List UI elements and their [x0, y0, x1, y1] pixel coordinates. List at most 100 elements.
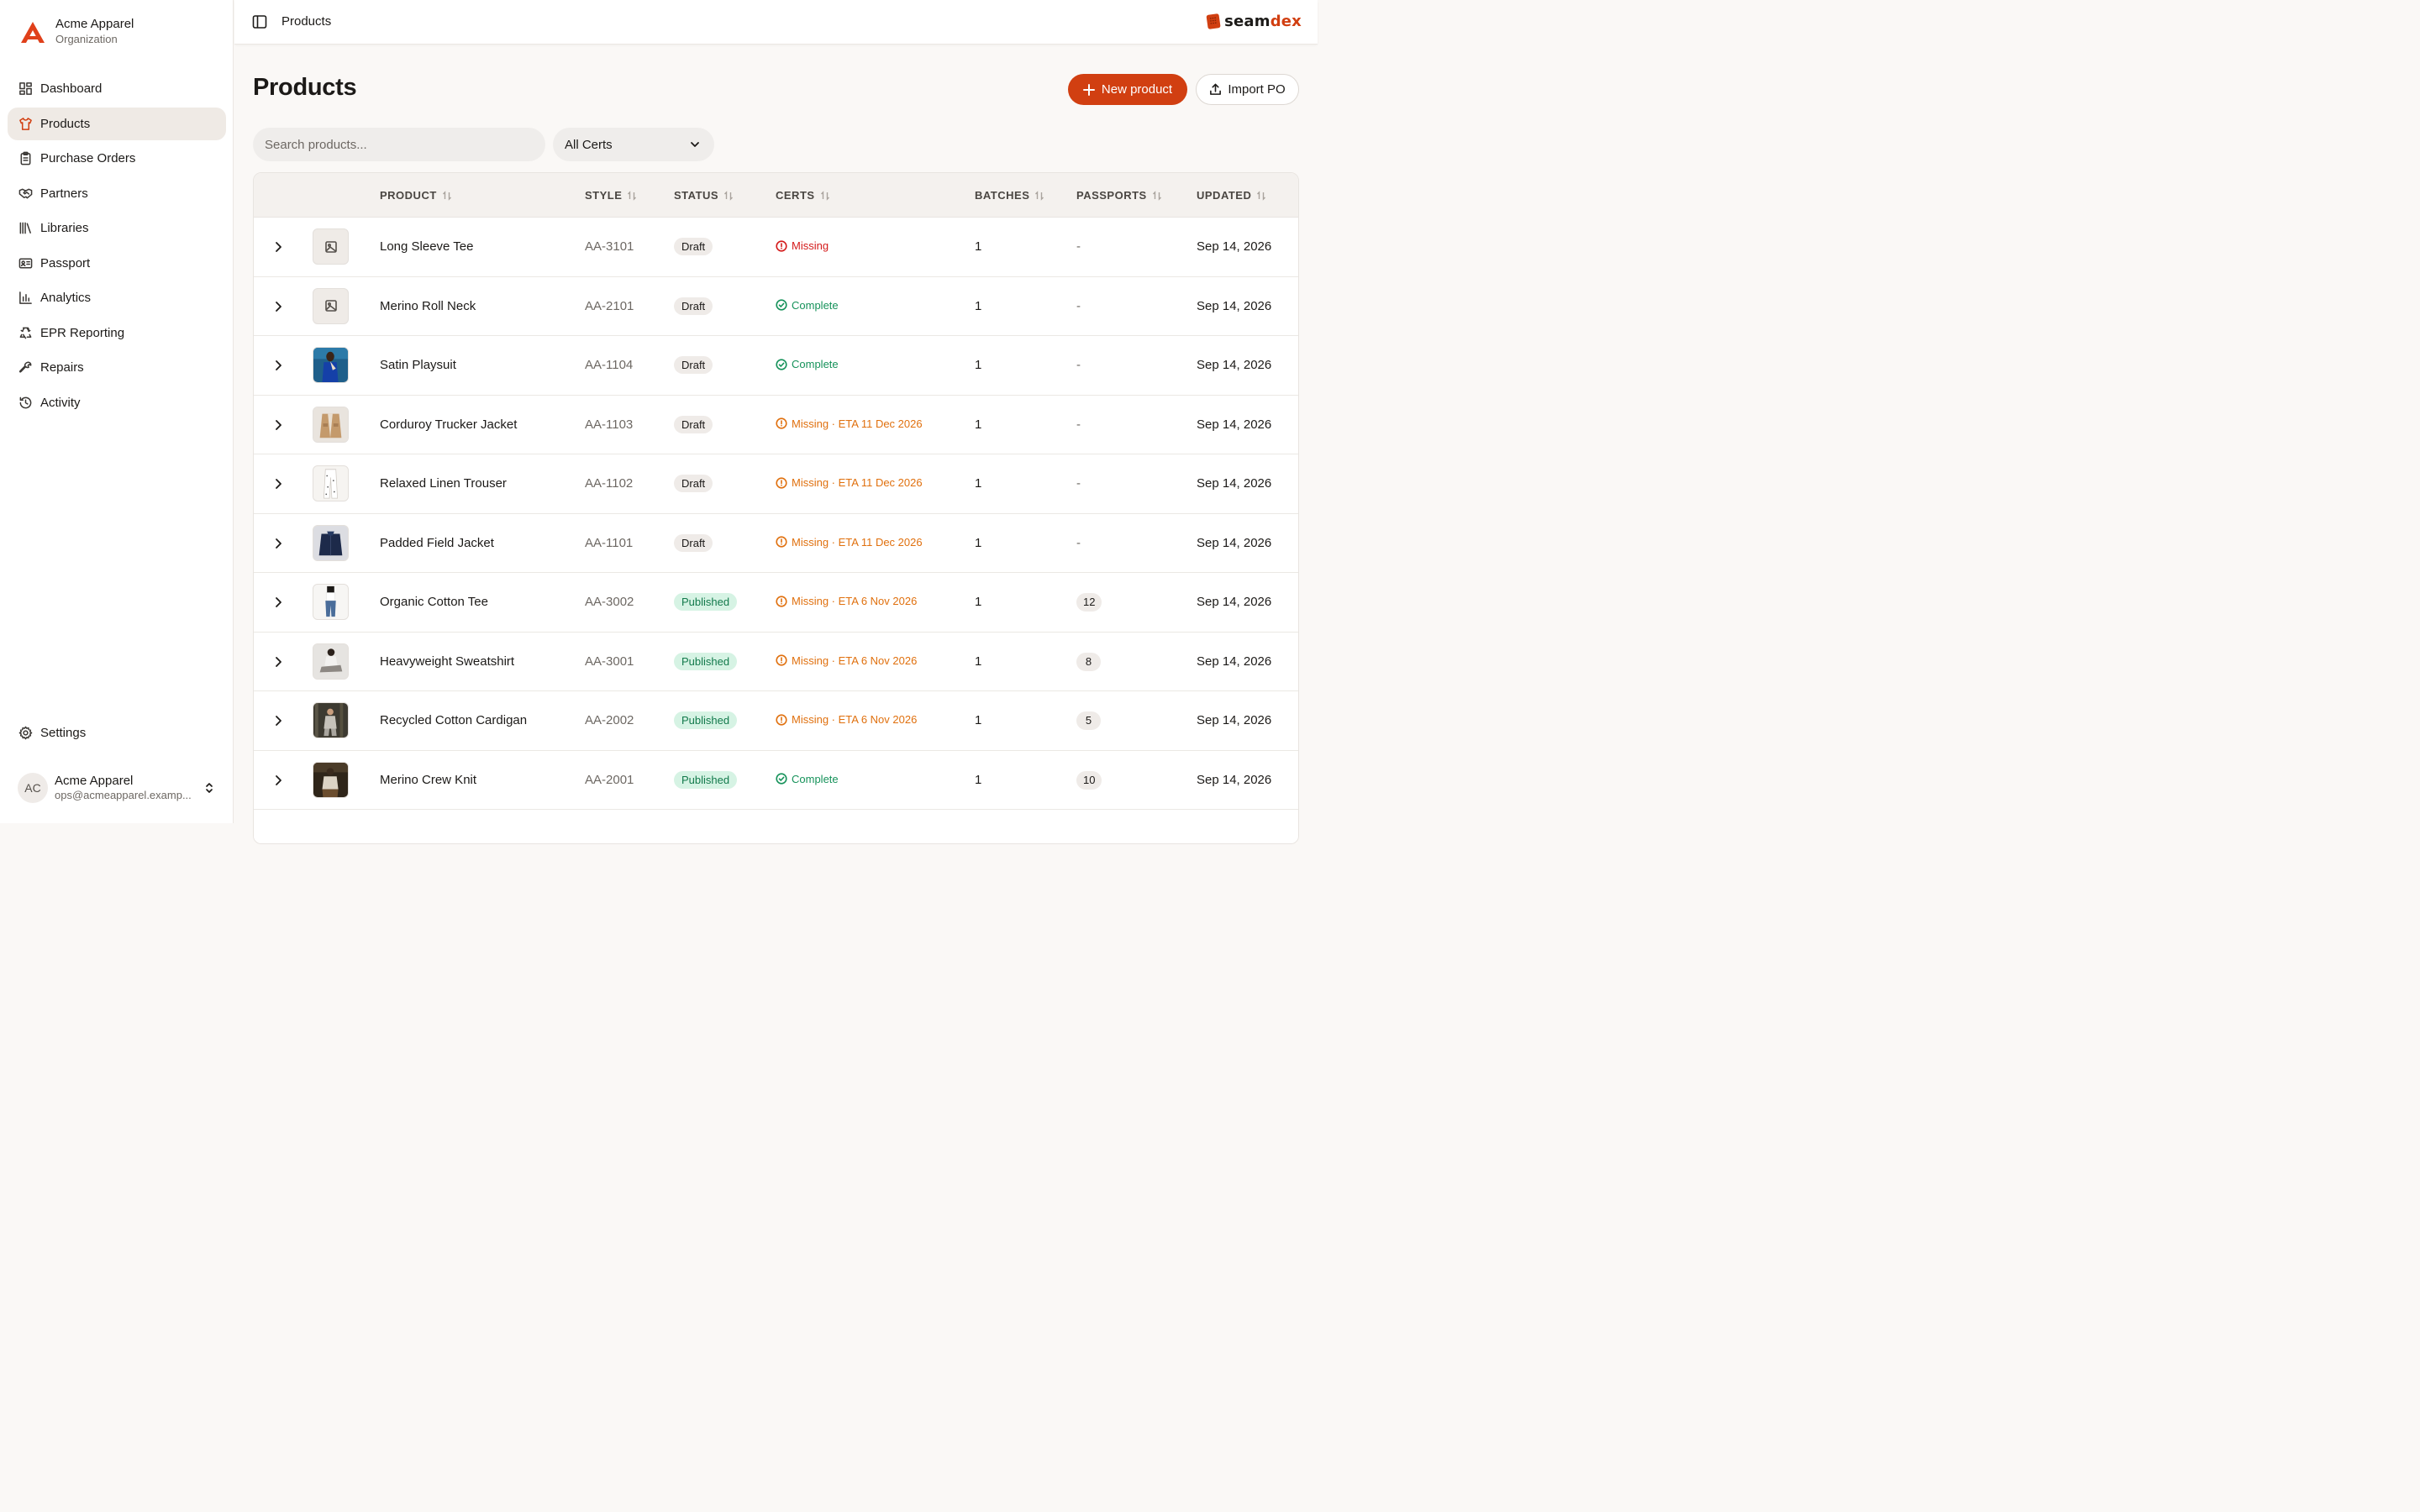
sort-icon	[1256, 190, 1266, 201]
sidebar-nav: Dashboard Products Purchase Orders Partn…	[8, 72, 226, 421]
style-code: AA-3002	[585, 595, 634, 609]
style-code: AA-1102	[585, 476, 634, 491]
expand-row-button[interactable]	[271, 537, 285, 550]
expand-row-button[interactable]	[271, 655, 285, 669]
expand-row-button[interactable]	[271, 359, 285, 372]
sidebar-item-settings[interactable]: Settings	[8, 717, 226, 749]
passports-count-badge: 10	[1076, 770, 1102, 790]
passports-count-badge: 5	[1076, 711, 1101, 730]
sidebar-item-partners[interactable]: Partners	[8, 177, 226, 210]
expand-row-button[interactable]	[271, 300, 285, 313]
passports-cell: -	[1076, 476, 1081, 491]
column-header-passports[interactable]: PASSPORTS	[1076, 189, 1162, 202]
new-product-button[interactable]: New product	[1068, 74, 1187, 105]
column-header-batches[interactable]: BATCHES	[975, 189, 1044, 202]
sidebar-item-passport[interactable]: Passport	[8, 247, 226, 280]
expand-row-button[interactable]	[271, 714, 285, 727]
products-table: PRODUCT STYLE STATUS CERTS BATCHES PASSP…	[253, 172, 1299, 844]
table-row[interactable]: Organic Cotton Tee AA-3002 Published Missin…	[254, 573, 1298, 633]
search-input[interactable]	[253, 128, 545, 161]
sort-icon	[442, 190, 452, 201]
expand-row-button[interactable]	[271, 240, 285, 254]
product-thumbnail	[313, 761, 349, 798]
sort-icon	[723, 190, 734, 201]
cert-status: Missing · ETA 6 Nov 2026	[776, 654, 917, 667]
table-row[interactable]: Recycled Cotton Cardigan AA-2002 Published…	[254, 691, 1298, 751]
status-badge: Draft	[674, 238, 713, 255]
alert-circle-icon	[776, 595, 787, 607]
sort-icon	[1034, 190, 1044, 201]
product-name[interactable]: Merino Roll Neck	[380, 299, 476, 313]
passports-count-badge: 12	[1076, 593, 1102, 612]
status-badge: Draft	[674, 533, 713, 552]
cert-filter-select[interactable]: All Certs	[553, 128, 714, 161]
cert-status: Missing · ETA 6 Nov 2026	[776, 713, 917, 726]
sidebar-toggle-icon[interactable]	[252, 14, 267, 29]
sidebar-item-analytics[interactable]: Analytics	[8, 281, 226, 314]
expand-row-button[interactable]	[271, 477, 285, 491]
alert-circle-icon	[776, 654, 787, 666]
updated-date: Sep 14, 2026	[1197, 239, 1272, 254]
sidebar-item-activity[interactable]: Activity	[8, 386, 226, 419]
product-name[interactable]: Recycled Cotton Cardigan	[380, 713, 527, 727]
cert-status: Missing · ETA 11 Dec 2026	[776, 536, 923, 549]
batches-count: 1	[975, 772, 982, 787]
gear-icon	[18, 726, 33, 741]
sidebar-item-label: Dashboard	[40, 81, 103, 96]
product-name[interactable]: Heavyweight Sweatshirt	[380, 654, 514, 669]
sidebar-item-products[interactable]: Products	[8, 107, 226, 140]
product-name[interactable]: Organic Cotton Tee	[380, 595, 488, 609]
sidebar-item-repairs[interactable]: Repairs	[8, 351, 226, 384]
alert-circle-icon	[776, 713, 787, 726]
sidebar-item-libraries[interactable]: Libraries	[8, 212, 226, 244]
table-row[interactable]	[254, 810, 1298, 843]
column-header-status[interactable]: STATUS	[674, 189, 734, 202]
expand-row-button[interactable]	[271, 418, 285, 432]
alert-circle-icon	[776, 417, 787, 429]
user-menu[interactable]: AC Acme Apparel ops@acmeapparel.examp...	[18, 773, 219, 803]
product-name[interactable]: Corduroy Trucker Jacket	[380, 417, 517, 432]
column-header-style[interactable]: STYLE	[585, 189, 637, 202]
sidebar-item-epr-reporting[interactable]: EPR Reporting	[8, 317, 226, 349]
chevron-right-icon	[276, 597, 281, 607]
cert-status: Missing · ETA 11 Dec 2026	[776, 417, 923, 430]
expand-row-button[interactable]	[271, 774, 285, 787]
table-row[interactable]: Satin Playsuit AA-1104 Draft Complete 1 - Sep …	[254, 336, 1298, 396]
product-name[interactable]: Padded Field Jacket	[380, 536, 494, 550]
upload-icon	[1210, 83, 1222, 95]
sidebar: Acme Apparel Organization Dashboard Prod…	[0, 0, 234, 823]
column-header-certs[interactable]: CERTS	[776, 189, 830, 202]
table-row[interactable]: Padded Field Jacket AA-1101 Draft Missing ·…	[254, 513, 1298, 573]
sidebar-item-label: Products	[40, 116, 91, 131]
table-row[interactable]: Corduroy Trucker Jacket AA-1103 Draft Missi…	[254, 395, 1298, 454]
table-row[interactable]: Merino Crew Knit AA-2001 Published Complete…	[254, 750, 1298, 810]
column-header-product[interactable]: PRODUCT	[380, 189, 452, 202]
org-switcher[interactable]: Acme Apparel Organization	[18, 17, 134, 46]
check-circle-icon	[776, 358, 787, 370]
passports-cell: -	[1076, 358, 1081, 372]
check-circle-icon	[776, 773, 787, 785]
wrench-icon	[18, 360, 33, 375]
status-badge: Published	[674, 652, 738, 670]
product-name[interactable]: Merino Crew Knit	[380, 773, 476, 787]
product-thumbnail	[313, 584, 349, 620]
avatar: AC	[18, 773, 48, 803]
table-row[interactable]: Merino Roll Neck AA-2101 Draft Complete 1 - Se…	[254, 276, 1298, 336]
style-code: AA-3001	[585, 654, 634, 669]
product-name[interactable]: Satin Playsuit	[380, 358, 456, 372]
batches-count: 1	[975, 535, 982, 550]
sidebar-item-purchase-orders[interactable]: Purchase Orders	[8, 142, 226, 175]
updated-date: Sep 14, 2026	[1197, 772, 1272, 787]
table-row[interactable]: Heavyweight Sweatshirt AA-3001 Published Mi…	[254, 632, 1298, 691]
import-po-button[interactable]: Import PO	[1196, 74, 1299, 105]
table-row[interactable]: Relaxed Linen Trouser AA-1102 Draft Missing…	[254, 454, 1298, 514]
column-header-updated[interactable]: UPDATED	[1197, 189, 1266, 202]
product-name[interactable]: Long Sleeve Tee	[380, 239, 473, 254]
product-name[interactable]: Relaxed Linen Trouser	[380, 476, 507, 491]
chevron-right-icon	[276, 301, 281, 312]
sidebar-item-label: EPR Reporting	[40, 325, 125, 340]
product-image-placeholder	[313, 228, 349, 265]
sidebar-item-dashboard[interactable]: Dashboard	[8, 72, 226, 105]
table-row[interactable]: Long Sleeve Tee AA-3101 Draft Missing 1 - Sep …	[254, 218, 1298, 277]
expand-row-button[interactable]	[271, 596, 285, 609]
